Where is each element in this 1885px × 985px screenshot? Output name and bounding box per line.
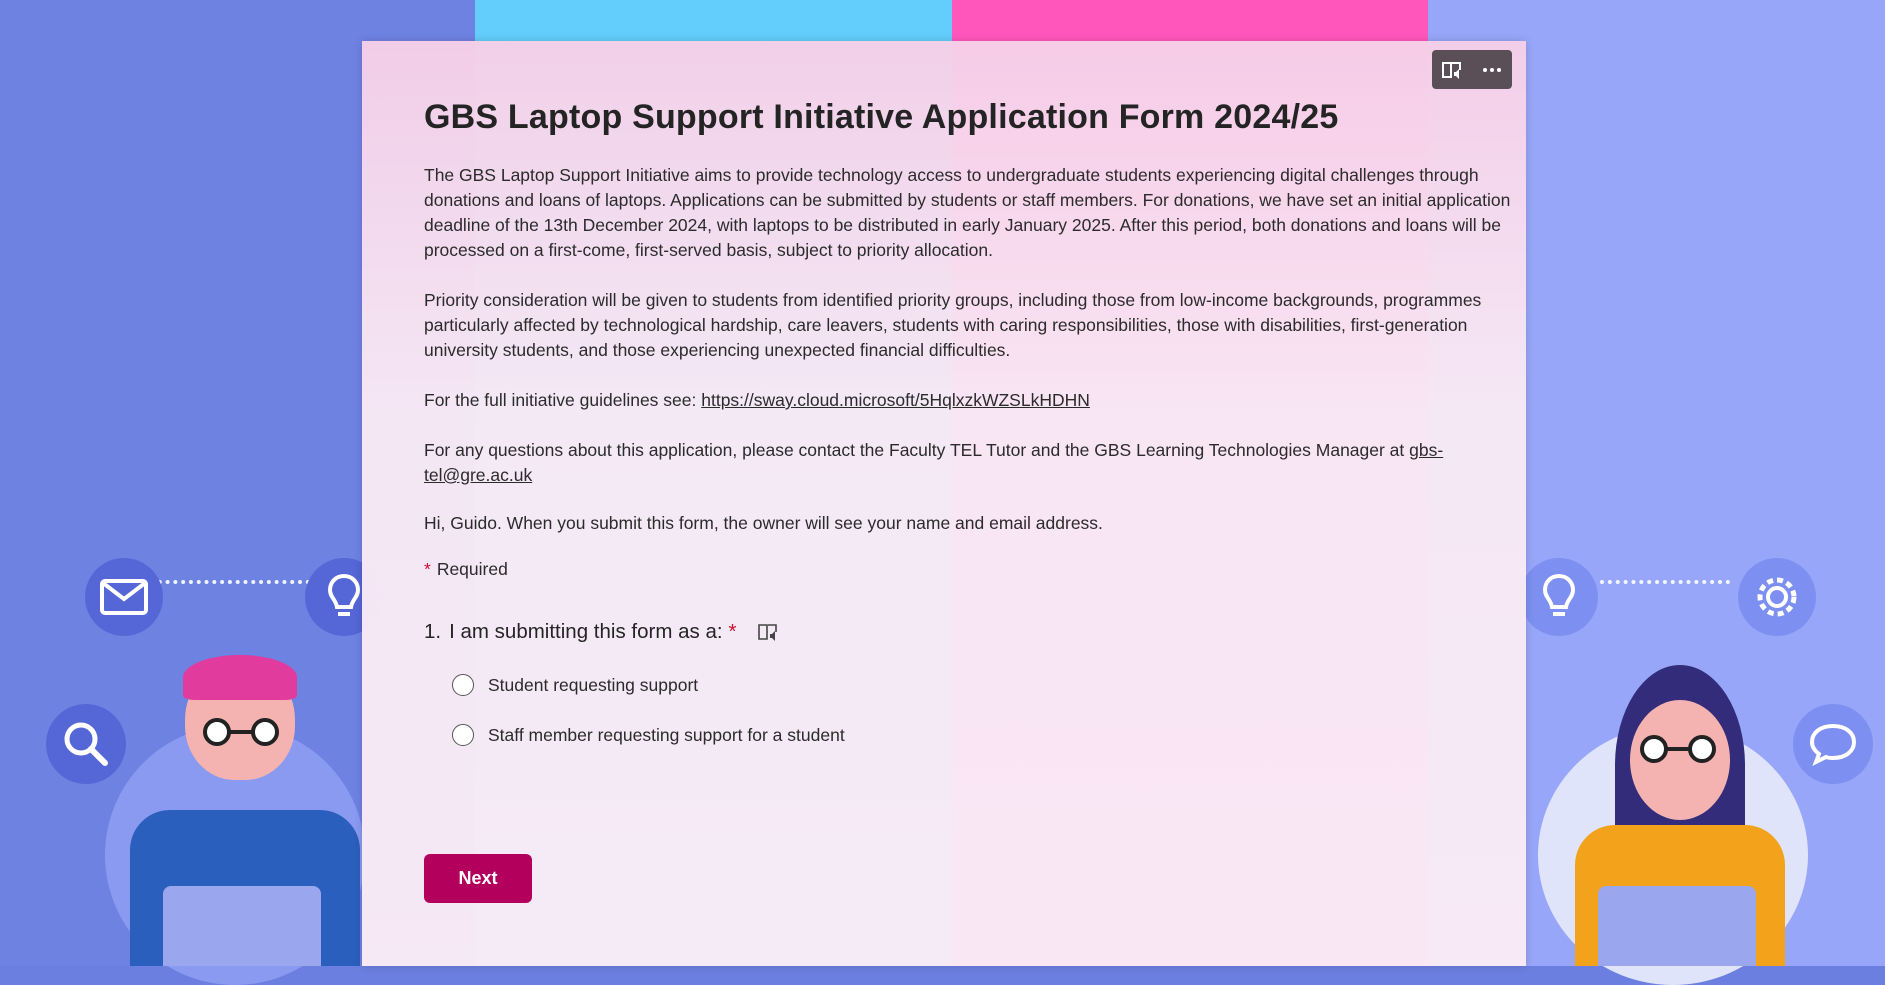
- required-note: * Required: [424, 559, 1514, 580]
- decor-dots: [150, 580, 310, 584]
- decor-dots: [1600, 580, 1730, 584]
- laptop-icon: [163, 886, 321, 966]
- option-staff[interactable]: Staff member requesting support for a st…: [452, 710, 1514, 760]
- priority-paragraph: Priority consideration will be given to …: [424, 290, 1482, 360]
- glasses-icon: [1632, 735, 1727, 763]
- chat-icon: [1793, 704, 1873, 784]
- greeting-text: Hi, Guido. When you submit this form, th…: [424, 513, 1103, 533]
- immersive-reader-icon[interactable]: [757, 622, 779, 642]
- immersive-reader-icon[interactable]: [1435, 53, 1469, 87]
- laptop-icon: [1598, 886, 1756, 966]
- contact-paragraph: For any questions about this application…: [424, 438, 1514, 488]
- question-1: 1. I am submitting this form as a: *: [424, 620, 1514, 644]
- mail-icon: [85, 558, 163, 636]
- question-required-star: *: [728, 620, 737, 643]
- form-title: GBS Laptop Support Initiative Applicatio…: [424, 98, 1339, 136]
- form-card: GBS Laptop Support Initiative Applicatio…: [362, 41, 1526, 966]
- required-star: *: [424, 559, 431, 579]
- lightbulb-icon: [1520, 558, 1598, 636]
- form-toolbar: [1432, 50, 1512, 89]
- gear-icon: [1738, 558, 1816, 636]
- agent-left-hair: [183, 655, 297, 700]
- more-options-icon[interactable]: [1475, 53, 1509, 87]
- search-icon: [46, 704, 126, 784]
- required-label: Required: [436, 559, 508, 579]
- question-number: 1.: [424, 620, 442, 643]
- form-content: GBS Laptop Support Initiative Applicatio…: [424, 98, 1514, 760]
- option-student[interactable]: Student requesting support: [452, 660, 1514, 710]
- description-paragraph: The GBS Laptop Support Initiative aims t…: [424, 165, 1511, 260]
- question-text: I am submitting this form as a:: [449, 620, 723, 643]
- contact-prefix: For any questions about this application…: [424, 440, 1410, 460]
- guidelines-link[interactable]: https://sway.cloud.microsoft/5HqlxzkWZSL…: [701, 390, 1090, 410]
- option-label: Student requesting support: [488, 674, 699, 695]
- radio-button[interactable]: [452, 724, 474, 746]
- next-button[interactable]: Next: [424, 854, 532, 903]
- guidelines-paragraph: For the full initiative guidelines see: …: [424, 388, 1514, 413]
- glasses-icon: [195, 718, 290, 746]
- radio-button[interactable]: [452, 674, 474, 696]
- guidelines-prefix: For the full initiative guidelines see:: [424, 390, 702, 410]
- option-label: Staff member requesting support for a st…: [488, 724, 845, 745]
